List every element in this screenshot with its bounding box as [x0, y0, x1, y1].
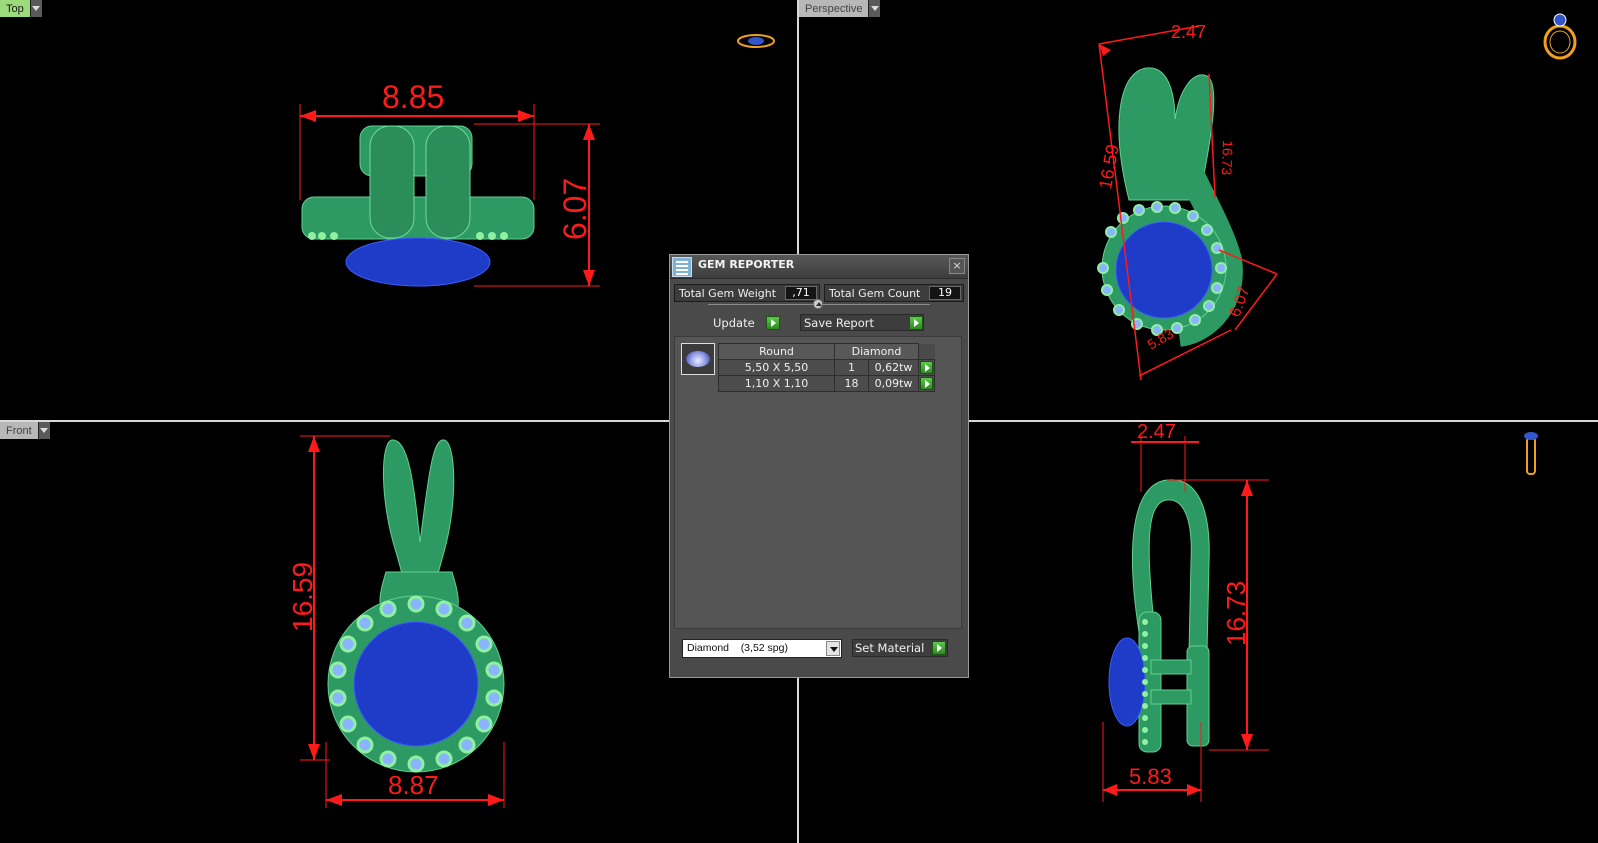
gem-size: 1,10 X 1,10: [718, 375, 835, 392]
gem-list-panel: Round Diamond 5,50 X 5,50 1 0,62tw 1,10 …: [674, 336, 962, 629]
chevron-down-icon[interactable]: [826, 641, 840, 656]
gem-reporter-icon: [672, 257, 692, 277]
play-arrow-icon: [920, 361, 933, 374]
chevron-down-icon[interactable]: [37, 422, 50, 439]
dimension-label: 16.73: [1219, 140, 1236, 176]
table-row[interactable]: 1,10 X 1,10 18 0,09tw: [718, 375, 935, 392]
pendant-side-icon[interactable]: [1521, 428, 1541, 478]
set-material-button[interactable]: Set Material: [852, 639, 948, 657]
dialog-titlebar[interactable]: GEM REPORTER ×: [670, 255, 968, 279]
viewport-label: Perspective: [799, 0, 869, 17]
chevron-down-icon[interactable]: [29, 0, 42, 17]
gem-table: Round Diamond 5,50 X 5,50 1 0,62tw 1,10 …: [718, 343, 935, 392]
gem-weight: 0,09tw: [868, 375, 919, 392]
viewport-tab-perspective[interactable]: Perspective: [799, 0, 881, 17]
dialog-title: GEM REPORTER: [698, 258, 795, 271]
total-gem-weight-label: Total Gem Weight: [679, 286, 777, 300]
save-report-button[interactable]: Save Report: [800, 314, 924, 331]
material-select[interactable]: Diamond (3,52 spg): [682, 639, 842, 658]
table-header-row: Round Diamond: [718, 343, 935, 360]
header-shape: Round: [718, 343, 835, 360]
dimension-label: 2.47: [1171, 22, 1206, 42]
collapse-toggle-icon[interactable]: [813, 299, 823, 309]
close-button[interactable]: ×: [949, 258, 965, 274]
dimension-label: 5.83: [1129, 764, 1172, 789]
viewport-label: Front: [0, 422, 38, 439]
dimension-label: 16.59: [1095, 143, 1123, 191]
total-gem-count: Total Gem Count 19: [824, 284, 964, 302]
total-gem-count-value: 19: [929, 286, 961, 300]
select-row-button[interactable]: [918, 359, 935, 376]
select-row-button[interactable]: [918, 375, 935, 392]
dimension-label: 8.85: [382, 79, 444, 115]
table-row[interactable]: 5,50 X 5,50 1 0,62tw: [718, 359, 935, 376]
viewport-label: Top: [0, 0, 30, 17]
dimension-label: 8.87: [388, 770, 439, 800]
play-arrow-icon: [920, 377, 933, 390]
gem-size: 5,50 X 5,50: [718, 359, 835, 376]
gem-count: 1: [834, 359, 869, 376]
dimension-label: 16.59: [287, 562, 318, 632]
dimension-label: 16.73: [1221, 581, 1251, 646]
update-button[interactable]: Update: [710, 314, 780, 331]
total-gem-weight-value: ,71: [785, 286, 817, 300]
gem-weight: 0,62tw: [868, 359, 919, 376]
total-gem-count-label: Total Gem Count: [829, 286, 921, 300]
play-arrow-icon: [909, 316, 923, 330]
material-select-value: Diamond (3,52 spg): [687, 642, 788, 654]
set-material-label: Set Material: [855, 641, 925, 655]
play-arrow-icon: [766, 315, 780, 330]
gem-count: 18: [834, 375, 869, 392]
viewport-tab-front[interactable]: Front: [0, 422, 50, 439]
chevron-down-icon[interactable]: [868, 0, 881, 17]
save-report-label: Save Report: [804, 315, 875, 330]
dimension-label: 2.47: [1137, 422, 1176, 443]
total-gem-weight: Total Gem Weight ,71: [674, 284, 820, 302]
viewport-tab-top[interactable]: Top: [0, 0, 42, 17]
update-button-label: Update: [713, 315, 755, 330]
header-material: Diamond: [834, 343, 919, 360]
round-gem-icon[interactable]: [681, 343, 715, 375]
play-arrow-icon: [932, 641, 946, 655]
ring-perspective-icon[interactable]: [1539, 10, 1581, 62]
ring-top-icon[interactable]: [736, 30, 776, 52]
dimension-label: 6.07: [557, 178, 593, 240]
gem-reporter-dialog: GEM REPORTER × Total Gem Weight ,71 Tota…: [669, 254, 969, 678]
